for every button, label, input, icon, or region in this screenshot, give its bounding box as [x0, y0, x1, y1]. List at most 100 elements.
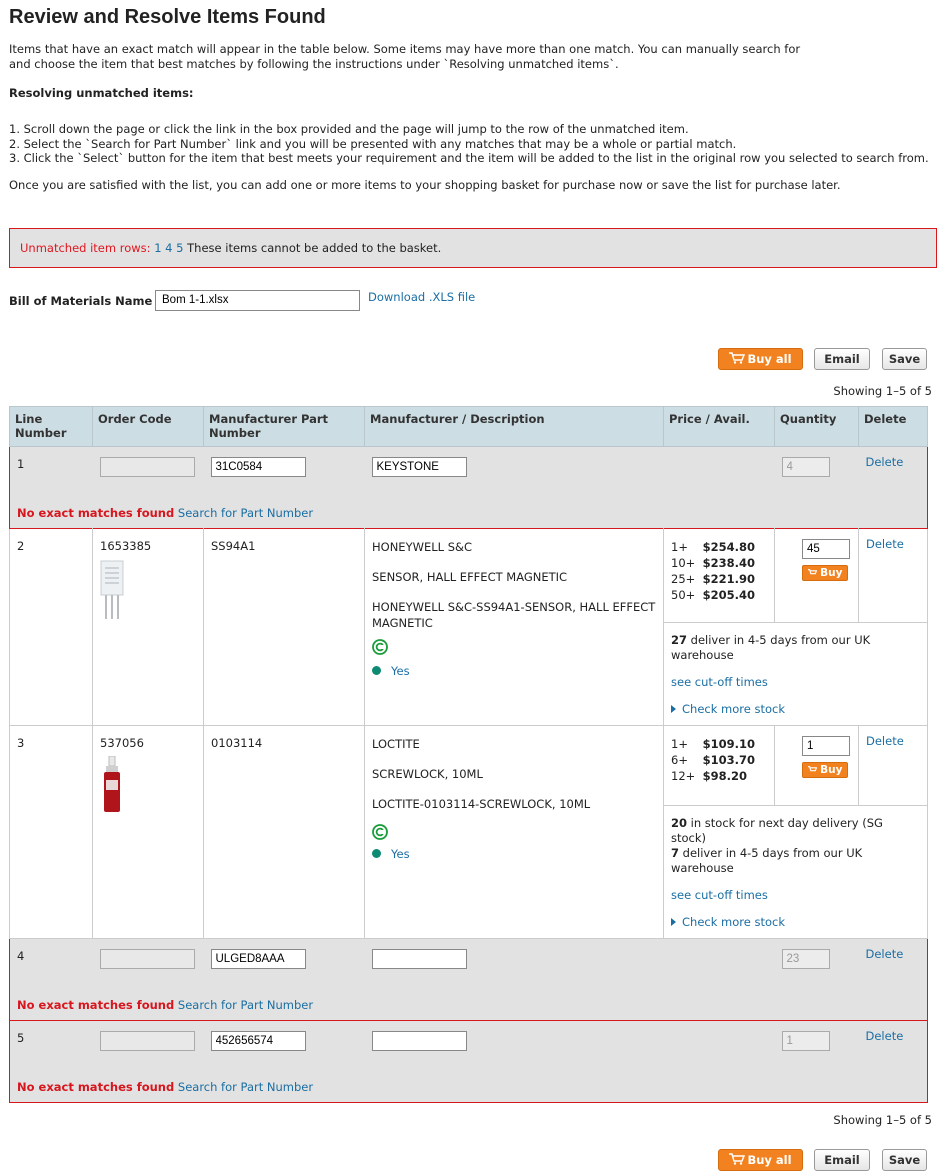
delete-link[interactable]: Delete — [866, 947, 904, 961]
save-button-bottom[interactable]: Save — [882, 1148, 927, 1171]
unmatched-row-link-5[interactable]: 5 — [176, 241, 183, 255]
order-code-input[interactable] — [99, 948, 195, 969]
no-match-bar: No exact matches found Search for Part N… — [10, 1074, 927, 1094]
mpn: SS94A1 — [211, 538, 256, 553]
bottom-actions: Buy all Email Save — [9, 1148, 937, 1173]
search-part-number-link[interactable]: Search for Part Number — [178, 1080, 313, 1094]
step-1: 1. Scroll down the page or click the lin… — [9, 122, 689, 136]
rohs-yes-label[interactable]: Yes — [391, 664, 410, 678]
price-value: $221.90 — [702, 571, 756, 586]
price-value: $238.40 — [702, 555, 756, 570]
mpn-input[interactable] — [210, 1030, 306, 1051]
bom-name-row: Bill of Materials Name Download .XLS fil… — [9, 289, 937, 348]
manufacturer-input[interactable] — [371, 456, 467, 477]
line-number: 2 — [17, 538, 25, 553]
table-row: 1 Delete — [9, 446, 928, 490]
in-stock-dot-icon — [372, 665, 381, 675]
email-button-bottom[interactable]: Email — [814, 1148, 870, 1171]
product-description: SENSOR, HALL EFFECT MAGNETIC — [372, 569, 568, 584]
price-qty: 1+ — [671, 539, 688, 554]
price-qty: 50+ — [671, 587, 696, 602]
col-delete: Delete — [858, 405, 928, 447]
mpn: 0103114 — [211, 735, 263, 750]
manufacturer-input[interactable] — [371, 1030, 467, 1051]
col-line-number: Line Number — [9, 405, 93, 447]
bom-items-table: Line Number Order Code Manufacturer Part… — [9, 405, 928, 1103]
mpn-input[interactable] — [210, 948, 306, 969]
stock-count: 27 — [671, 632, 688, 647]
table-row: 3 537056 0103114 LOCTITE SCREWLOCK, 10ML… — [9, 725, 928, 939]
save-button-top[interactable]: Save — [882, 347, 927, 370]
manufacturer-name: LOCTITE — [372, 736, 420, 751]
resolving-title: Resolving unmatched items: — [9, 86, 194, 100]
line-number: 3 — [17, 735, 25, 750]
order-code: 537056 — [100, 735, 144, 750]
unmatched-row-link-4[interactable]: 4 — [165, 241, 172, 255]
table-row-footer: No exact matches found Search for Part N… — [9, 490, 928, 528]
table-row: 2 1653385 SS94A1 HONEYWELL S&C SENSOR, H… — [9, 528, 928, 726]
price-qty: 12+ — [671, 768, 696, 783]
delete-link[interactable]: Delete — [866, 734, 904, 748]
search-part-number-link[interactable]: Search for Part Number — [178, 998, 313, 1012]
stock-text: deliver in 4-5 days from our UK warehous… — [671, 845, 863, 875]
download-xls-link[interactable]: Download .XLS file — [368, 290, 475, 304]
quantity-input[interactable] — [802, 538, 850, 559]
search-part-number-link[interactable]: Search for Part Number — [178, 506, 313, 520]
order-code-input[interactable] — [99, 1030, 195, 1051]
showing-count-top: Showing 1–5 of 5 — [833, 383, 932, 398]
product-full-description: LOCTITE-0103114-SCREWLOCK, 10ML — [372, 796, 591, 811]
email-button-top[interactable]: Email — [814, 347, 870, 370]
instruction-steps: 1. Scroll down the page or click the lin… — [9, 122, 937, 166]
stock-count: 20 — [671, 815, 688, 830]
buy-all-button-bottom[interactable]: Buy all — [718, 1148, 803, 1171]
cart-icon — [807, 765, 817, 771]
delete-link[interactable]: Delete — [866, 455, 904, 469]
cutoff-times-link[interactable]: see cut-off times — [671, 675, 768, 689]
product-full-description: HONEYWELL S&C-SS94A1-SENSOR, HALL EFFECT… — [372, 599, 656, 630]
price-qty: 6+ — [671, 752, 688, 767]
cart-icon — [807, 568, 817, 574]
price-qty: 10+ — [671, 555, 696, 570]
manufacturer-input[interactable] — [371, 948, 467, 969]
closing-text: Once you are satisfied with the list, yo… — [9, 177, 841, 192]
bom-name-label: Bill of Materials Name — [9, 293, 153, 308]
buy-button[interactable]: Buy — [802, 564, 848, 581]
quantity-input[interactable] — [781, 1030, 830, 1051]
line-number: 5 — [17, 1030, 25, 1045]
product-image-bottle — [104, 755, 120, 812]
top-actions: Buy all Email Save — [9, 347, 937, 372]
buy-all-label: Buy all — [747, 351, 792, 366]
price-value: $254.80 — [702, 539, 756, 554]
rohs-compliant-icon — [372, 638, 388, 655]
unmatched-row-link-1[interactable]: 1 — [154, 241, 161, 255]
check-more-stock-link[interactable]: Check more stock — [682, 702, 785, 716]
mpn-input[interactable] — [210, 456, 306, 477]
quantity-input[interactable] — [802, 735, 850, 756]
bom-name-input[interactable] — [155, 289, 360, 311]
rohs-yes-label[interactable]: Yes — [391, 847, 410, 861]
price-value: $109.10 — [702, 736, 756, 751]
step-2: 2. Select the `Search for Part Number` l… — [9, 136, 737, 151]
price-qty: 25+ — [671, 571, 696, 586]
price-breaks: 1+ $109.10 6+ $103.70 12+ $98.20 — [664, 726, 774, 784]
order-code-input[interactable] — [99, 456, 195, 477]
buy-button[interactable]: Buy — [802, 761, 848, 778]
line-number: 4 — [17, 948, 25, 963]
col-manufacturer-description: Manufacturer / Description — [364, 405, 664, 447]
check-more-stock-link[interactable]: Check more stock — [682, 915, 785, 929]
price-value: $205.40 — [702, 587, 756, 602]
buy-all-button-top[interactable]: Buy all — [718, 347, 803, 370]
delete-link[interactable]: Delete — [866, 1029, 904, 1043]
table-row-footer: No exact matches found Search for Part N… — [9, 1064, 928, 1102]
quantity-input[interactable] — [781, 456, 830, 477]
manufacturer-name: HONEYWELL S&C — [372, 539, 472, 554]
page-title: Review and Resolve Items Found — [9, 6, 326, 28]
quantity-input[interactable] — [781, 948, 830, 969]
buy-all-label: Buy all — [747, 1152, 792, 1167]
intro-paragraph: Items that have an exact match will appe… — [9, 42, 801, 71]
triangle-right-icon — [671, 917, 676, 926]
product-image-sensor — [100, 560, 124, 619]
delete-link[interactable]: Delete — [866, 537, 904, 551]
cutoff-times-link[interactable]: see cut-off times — [671, 888, 768, 902]
buy-label: Buy — [820, 566, 843, 579]
